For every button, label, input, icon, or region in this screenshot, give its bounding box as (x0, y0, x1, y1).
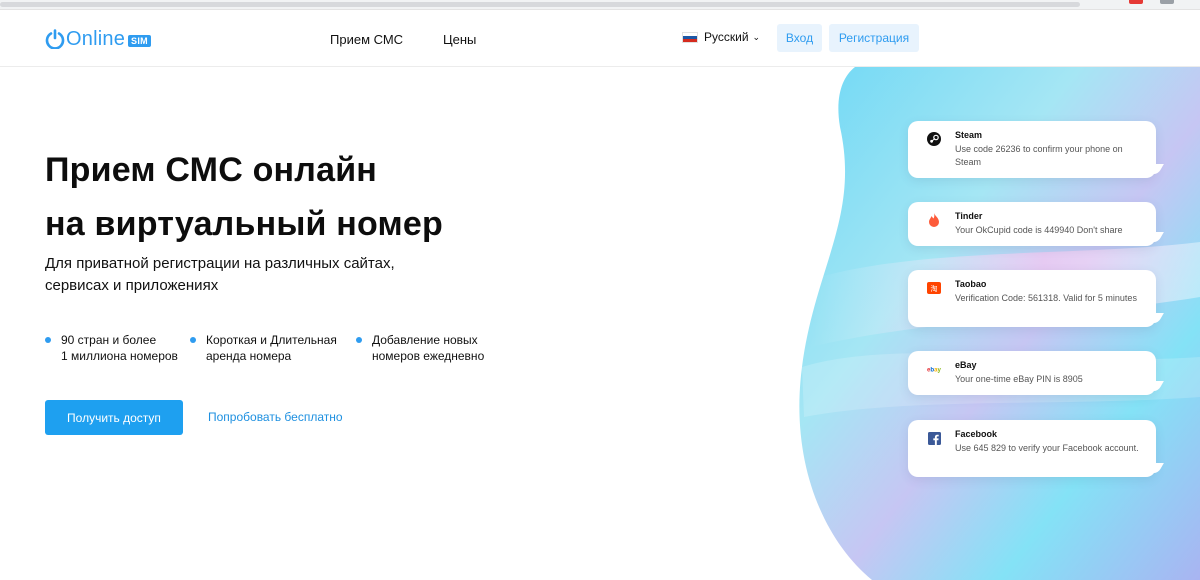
sms-card-ebay: ebay eBay Your one-time eBay PIN is 8905 (908, 351, 1156, 395)
sms-card-title: Taobao (955, 279, 987, 289)
language-label: Русский (704, 30, 749, 44)
browser-menu-icon[interactable] (1160, 0, 1174, 4)
try-free-link[interactable]: Попробовать бесплатно (208, 410, 343, 424)
feature-line-1: 90 стран и более (61, 333, 157, 347)
bullet-dot-icon (45, 337, 51, 343)
steam-icon (927, 132, 941, 146)
feature-new-numbers: Добавление новых номеров ежедневно (356, 332, 484, 364)
page-title: Прием СМС онлайн на виртуальный номер (45, 143, 443, 251)
bullet-dot-icon (190, 337, 196, 343)
sms-card-title: Facebook (955, 429, 998, 439)
feature-line-1: Короткая и Длительная (206, 333, 337, 347)
sms-card-title: eBay (955, 360, 977, 370)
logo-wordmark: Online (66, 27, 126, 50)
nav-prices[interactable]: Цены (443, 32, 476, 47)
logo[interactable]: Online SIM (45, 26, 151, 52)
sms-card-taobao: 淘 Taobao Verification Code: 561318. Vali… (908, 270, 1156, 327)
browser-extension-icon[interactable] (1129, 0, 1143, 4)
sms-card-message: Your OkCupid code is 449940 Don't share (955, 225, 1123, 235)
page-title-line-2: на виртуальный номер (45, 205, 443, 243)
sms-card-message: Use 645 829 to verify your Facebook acco… (955, 443, 1139, 453)
feature-rental: Короткая и Длительная аренда номера (190, 332, 337, 364)
sms-card-message: Use code 26236 to confirm your phone on … (955, 144, 1123, 167)
feature-countries: 90 стран и более 1 миллиона номеров (45, 332, 178, 364)
flag-stripe-red (683, 38, 697, 42)
power-icon (45, 29, 65, 49)
bullet-dot-icon (356, 337, 362, 343)
page-title-line-1: Прием СМС онлайн (45, 151, 378, 189)
sms-card-message: Verification Code: 561318. Valid for 5 m… (955, 293, 1137, 303)
nav-receive-sms[interactable]: Прием СМС (330, 32, 403, 47)
sms-card-title: Tinder (955, 211, 983, 221)
svg-text:ebay: ebay (927, 367, 941, 373)
feature-line-2: 1 миллиона номеров (61, 349, 178, 363)
language-selector[interactable]: Русский ⌄ (682, 30, 760, 44)
hero-subtitle: Для приватной регистрации на различных с… (45, 253, 475, 297)
ebay-icon: ebay (927, 362, 941, 376)
svg-text:淘: 淘 (931, 284, 938, 293)
hero-subtitle-line-1: Для приватной регистрации на различных с… (45, 255, 395, 272)
sms-card-title: Steam (955, 130, 983, 140)
hero-subtitle-line-2: сервисах и приложениях (45, 277, 219, 294)
logo-badge: SIM (128, 34, 151, 47)
tinder-flame-icon (927, 213, 941, 227)
sms-card-facebook: Facebook Use 645 829 to verify your Face… (908, 420, 1156, 477)
horizontal-scrollbar[interactable] (0, 2, 1080, 7)
browser-top-strip (0, 0, 1200, 10)
russia-flag-icon (682, 31, 698, 43)
facebook-icon (927, 431, 941, 445)
sms-card-tinder: Tinder Your OkCupid code is 449940 Don't… (908, 202, 1156, 246)
register-button[interactable]: Регистрация (829, 24, 919, 52)
taobao-icon: 淘 (927, 281, 941, 295)
feature-line-2: аренда номера (206, 349, 292, 363)
chevron-down-icon: ⌄ (752, 31, 761, 42)
feature-line-1: Добавление новых (372, 333, 478, 347)
get-access-button[interactable]: Получить доступ (45, 400, 183, 435)
feature-line-2: номеров ежедневно (372, 349, 485, 363)
site-header: Online SIM Прием СМС Цены Русский ⌄ Вход… (0, 10, 1200, 67)
login-button[interactable]: Вход (777, 24, 822, 52)
sms-card-steam: Steam Use code 26236 to confirm your pho… (908, 121, 1156, 178)
sms-card-message: Your one-time eBay PIN is 8905 (955, 374, 1083, 384)
